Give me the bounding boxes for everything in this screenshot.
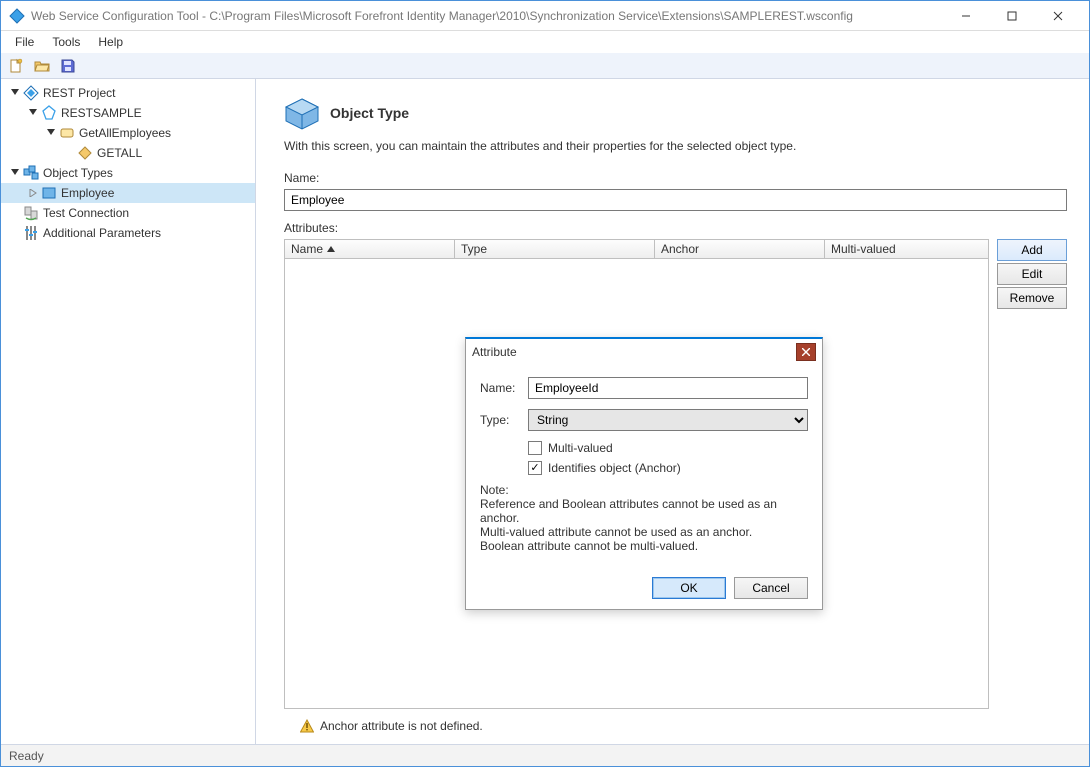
window-close-button[interactable] bbox=[1035, 1, 1081, 31]
multi-valued-checkbox[interactable] bbox=[528, 441, 542, 455]
grid-header: Name Type Anchor Multi-valued bbox=[284, 239, 989, 259]
ok-button[interactable]: OK bbox=[652, 577, 726, 599]
menu-help[interactable]: Help bbox=[90, 33, 131, 51]
sort-ascending-icon bbox=[327, 246, 335, 252]
dialog-type-label: Type: bbox=[480, 413, 528, 427]
status-bar: Ready bbox=[1, 744, 1089, 766]
window-title: Web Service Configuration Tool - C:\Prog… bbox=[31, 9, 943, 23]
tree-label: Test Connection bbox=[43, 206, 129, 220]
page-title: Object Type bbox=[330, 105, 409, 121]
multi-valued-label: Multi-valued bbox=[548, 441, 613, 455]
cancel-button[interactable]: Cancel bbox=[734, 577, 808, 599]
dialog-note: Note: Reference and Boolean attributes c… bbox=[480, 483, 808, 553]
open-folder-icon[interactable] bbox=[31, 55, 53, 77]
grid-body[interactable]: Attribute Name: Type: bbox=[284, 259, 989, 709]
name-label: Name: bbox=[284, 171, 1067, 185]
page-description: With this screen, you can maintain the a… bbox=[284, 139, 1067, 153]
attributes-grid: Name Type Anchor Multi-valued Attribute bbox=[284, 239, 989, 709]
tree-label: Additional Parameters bbox=[43, 226, 161, 240]
tree-node-employee[interactable]: Employee bbox=[1, 183, 255, 203]
attribute-dialog: Attribute Name: Type: bbox=[465, 337, 823, 610]
tree-label: GETALL bbox=[97, 146, 142, 160]
expander-icon[interactable] bbox=[9, 167, 21, 179]
attributes-label: Attributes: bbox=[284, 221, 1067, 235]
resource-icon bbox=[59, 125, 75, 141]
object-type-header-icon bbox=[284, 95, 320, 131]
tree-label: REST Project bbox=[43, 86, 115, 100]
menu-file[interactable]: File bbox=[7, 33, 42, 51]
window-maximize-button[interactable] bbox=[989, 1, 1035, 31]
window-minimize-button[interactable] bbox=[943, 1, 989, 31]
service-icon bbox=[41, 105, 57, 121]
request-icon bbox=[77, 145, 93, 161]
anchor-checkbox[interactable] bbox=[528, 461, 542, 475]
column-header-multivalued[interactable]: Multi-valued bbox=[825, 240, 988, 258]
warning-bar: Anchor attribute is not defined. bbox=[284, 709, 1067, 733]
remove-button[interactable]: Remove bbox=[997, 287, 1067, 309]
menu-tools[interactable]: Tools bbox=[44, 33, 88, 51]
object-types-icon bbox=[23, 165, 39, 181]
dialog-header[interactable]: Attribute bbox=[466, 339, 822, 365]
tree-label: Employee bbox=[61, 186, 114, 200]
object-name-input[interactable] bbox=[284, 189, 1067, 211]
expander-icon[interactable] bbox=[45, 127, 57, 139]
toolbar bbox=[1, 53, 1089, 79]
tree-node-additional-parameters[interactable]: Additional Parameters bbox=[1, 223, 255, 243]
expander-icon[interactable] bbox=[27, 187, 39, 199]
attribute-type-select[interactable]: String bbox=[528, 409, 808, 431]
expander-icon[interactable] bbox=[27, 107, 39, 119]
grid-side-buttons: Add Edit Remove bbox=[997, 239, 1067, 709]
column-header-name[interactable]: Name bbox=[285, 240, 455, 258]
edit-button[interactable]: Edit bbox=[997, 263, 1067, 285]
new-file-icon[interactable] bbox=[5, 55, 27, 77]
tree-node-rest-project[interactable]: REST Project bbox=[1, 83, 255, 103]
main-area: REST Project RESTSAMPLE bbox=[1, 79, 1089, 744]
column-header-anchor[interactable]: Anchor bbox=[655, 240, 825, 258]
anchor-label: Identifies object (Anchor) bbox=[548, 461, 681, 475]
attribute-name-input[interactable] bbox=[528, 377, 808, 399]
tree-label: Object Types bbox=[43, 166, 113, 180]
save-icon[interactable] bbox=[57, 55, 79, 77]
status-text: Ready bbox=[9, 749, 44, 763]
parameters-icon bbox=[23, 225, 39, 241]
title-bar: Web Service Configuration Tool - C:\Prog… bbox=[1, 1, 1089, 31]
dialog-close-button[interactable] bbox=[796, 343, 816, 361]
warning-text: Anchor attribute is not defined. bbox=[320, 719, 483, 733]
dialog-title: Attribute bbox=[472, 345, 796, 359]
tree-label: RESTSAMPLE bbox=[61, 106, 142, 120]
object-type-icon bbox=[41, 185, 57, 201]
project-icon bbox=[23, 85, 39, 101]
tree-label: GetAllEmployees bbox=[79, 126, 171, 140]
menu-bar: File Tools Help bbox=[1, 31, 1089, 53]
tree-panel: REST Project RESTSAMPLE bbox=[1, 79, 256, 744]
app-icon bbox=[9, 8, 25, 24]
column-header-type[interactable]: Type bbox=[455, 240, 655, 258]
dialog-name-label: Name: bbox=[480, 381, 528, 395]
warning-icon bbox=[300, 719, 314, 733]
tree-node-test-connection[interactable]: Test Connection bbox=[1, 203, 255, 223]
content-panel: Object Type With this screen, you can ma… bbox=[256, 79, 1089, 744]
tree-node-restsample[interactable]: RESTSAMPLE bbox=[1, 103, 255, 123]
tree-node-object-types[interactable]: Object Types bbox=[1, 163, 255, 183]
test-connection-icon bbox=[23, 205, 39, 221]
tree-node-getallemployees[interactable]: GetAllEmployees bbox=[1, 123, 255, 143]
tree-node-getall[interactable]: GETALL bbox=[1, 143, 255, 163]
expander-icon[interactable] bbox=[9, 87, 21, 99]
add-button[interactable]: Add bbox=[997, 239, 1067, 261]
